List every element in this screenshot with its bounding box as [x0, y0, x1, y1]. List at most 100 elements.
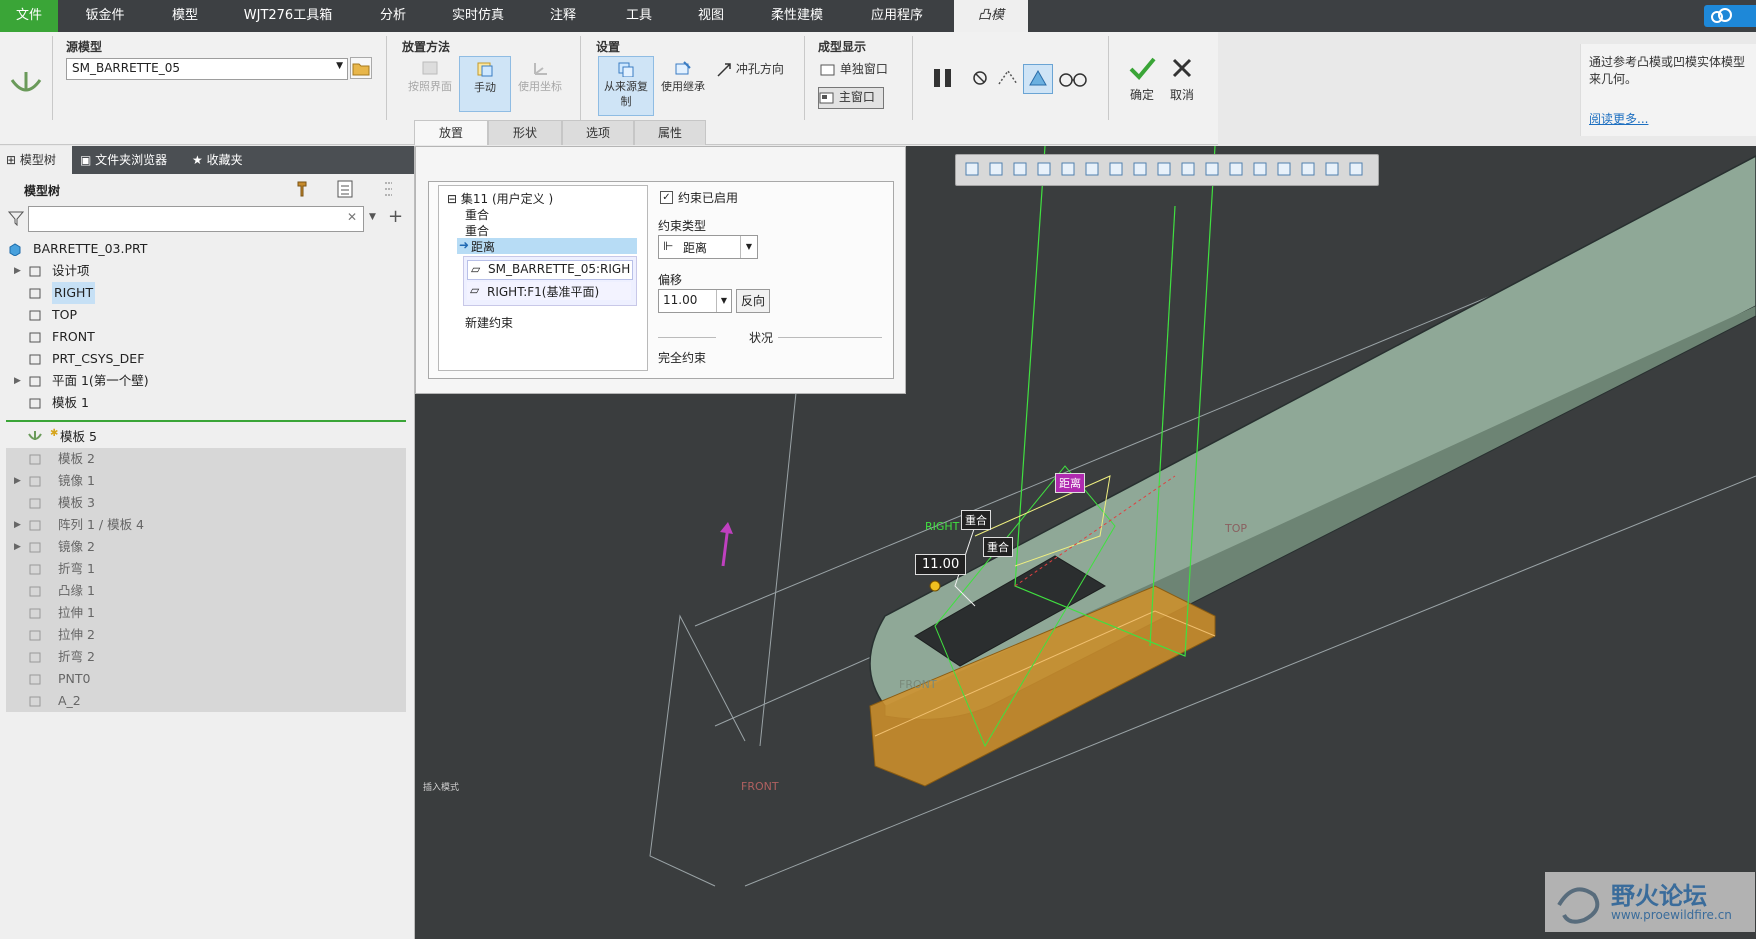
- constraint-item-3-label: 距离: [471, 240, 496, 254]
- datum-display-icon[interactable]: [1180, 161, 1196, 177]
- expand-arrow-icon[interactable]: ▶: [14, 536, 24, 558]
- by-interface-button[interactable]: 按照界面: [404, 56, 456, 102]
- left-panel: ⊞ 模型树 ▣ 文件夹浏览器 ★ 收藏夹 模型树 ✕ ▼ + BARRETTE_…: [0, 146, 415, 939]
- copy-from-source-button[interactable]: 从来源复制: [598, 56, 654, 116]
- tab-favorites[interactable]: ★ 收藏夹: [192, 146, 262, 174]
- repaint-icon[interactable]: [1036, 161, 1052, 177]
- reference-1[interactable]: ▱ SM_BARRETTE_05:RIGH: [467, 260, 633, 280]
- tab-model-tree[interactable]: ⊞ 模型树: [0, 146, 72, 174]
- new-constraint-link[interactable]: 新建约束: [465, 314, 513, 331]
- menu-flexible[interactable]: 柔性建模: [758, 0, 836, 32]
- tree-columns-button[interactable]: [336, 180, 358, 198]
- spin-center-icon[interactable]: [1228, 161, 1244, 177]
- separate-preview-button[interactable]: [996, 66, 1022, 92]
- pause-button[interactable]: [930, 66, 958, 92]
- constraint-enabled-checkbox[interactable]: ✓: [660, 191, 673, 204]
- display-style-icon[interactable]: [1060, 161, 1076, 177]
- tree-settings-button[interactable]: [294, 180, 316, 198]
- tree-filter-options-button[interactable]: [382, 180, 404, 198]
- chevron-down-icon[interactable]: ▼: [740, 236, 757, 258]
- menu-file[interactable]: 文件: [0, 0, 58, 32]
- set-item[interactable]: ⊟ 集11 (用户定义 ): [447, 190, 553, 207]
- more-icon[interactable]: [1348, 161, 1364, 177]
- zoom-in-icon[interactable]: [988, 161, 1004, 177]
- reference-2[interactable]: ▱ RIGHT:F1(基准平面): [467, 282, 631, 300]
- constraint-item-1[interactable]: 重合: [465, 206, 489, 223]
- insert-marker[interactable]: [6, 420, 406, 422]
- constraint-item-2[interactable]: 重合: [465, 222, 489, 239]
- menu-analysis[interactable]: 分析: [358, 0, 428, 32]
- feature-icon: [29, 542, 41, 553]
- offset-dimension[interactable]: 11.00: [915, 554, 967, 575]
- tab-punch-active[interactable]: 凸模: [954, 0, 1028, 32]
- use-inherit-button[interactable]: 使用继承: [656, 56, 710, 102]
- add-icon[interactable]: +: [388, 206, 403, 227]
- tree-search-input[interactable]: ✕: [28, 206, 364, 232]
- expand-arrow-icon[interactable]: ▶: [14, 470, 24, 492]
- tab-folder-browser[interactable]: ▣ 文件夹浏览器: [80, 146, 184, 174]
- drag-handle[interactable]: [929, 580, 941, 592]
- appearance-icon[interactable]: [1300, 161, 1316, 177]
- punch-direction-button[interactable]: 冲孔方向: [716, 60, 794, 80]
- filter-icon: [8, 211, 24, 226]
- point-display-icon[interactable]: [1276, 161, 1292, 177]
- expand-arrow-icon[interactable]: ▶: [14, 514, 24, 536]
- perspective-icon[interactable]: [1132, 161, 1148, 177]
- manual-button[interactable]: 手动: [459, 56, 511, 112]
- menu-toolbox[interactable]: WJT276工具箱: [232, 0, 344, 32]
- expand-arrow-icon[interactable]: ▶: [14, 260, 24, 282]
- saved-views-icon[interactable]: [1084, 161, 1100, 177]
- annotation-icon[interactable]: [1204, 161, 1220, 177]
- constraint-type-select[interactable]: ⊩ 距离 ▼: [658, 235, 758, 259]
- help-pane: 通过参考凸模或凹模实体模型来几何。 阅读更多...: [1580, 44, 1756, 136]
- chevron-down-icon[interactable]: ▼: [369, 212, 376, 222]
- feature-icon: [29, 564, 41, 575]
- view-manager-icon[interactable]: [1108, 161, 1124, 177]
- cloud-button[interactable]: [1704, 5, 1756, 27]
- menu-sheetmetal[interactable]: 钣金件: [70, 0, 140, 32]
- menu-apps[interactable]: 应用程序: [858, 0, 936, 32]
- feature-icon: [29, 332, 41, 343]
- offset-input[interactable]: 11.00 ▼: [658, 289, 732, 313]
- main-window-button[interactable]: 主窗口: [818, 87, 884, 109]
- chevron-down-icon[interactable]: ▼: [716, 290, 731, 312]
- cancel-button[interactable]: 取消: [1164, 54, 1200, 110]
- tree-item-label: 折弯 2: [58, 649, 95, 664]
- tab-shape[interactable]: 形状: [488, 120, 562, 145]
- coincide-tag-2[interactable]: 重合: [983, 537, 1013, 557]
- reverse-button[interactable]: 反向: [736, 289, 770, 313]
- tab-placement[interactable]: 放置: [414, 120, 488, 145]
- settings-title: 设置: [596, 40, 621, 54]
- expand-arrow-icon[interactable]: ▶: [14, 370, 24, 392]
- constraint-list[interactable]: ⊟ 集11 (用户定义 ) 重合 重合 ➜ 距离 ▱ SM_BARRETTE_0…: [438, 185, 648, 371]
- source-model-select[interactable]: SM_BARRETTE_05 ▼: [66, 58, 348, 80]
- section-icon[interactable]: [1156, 161, 1172, 177]
- confirm-button[interactable]: 确定: [1124, 54, 1160, 110]
- read-more-link[interactable]: 阅读更多...: [1589, 110, 1648, 127]
- distance-tag[interactable]: 距离: [1055, 473, 1085, 493]
- constraint-item-3-selected[interactable]: ➜ 距离: [457, 238, 637, 254]
- menu-simulation[interactable]: 实时仿真: [440, 0, 516, 32]
- glasses-preview-button[interactable]: [1058, 66, 1088, 92]
- no-preview-button[interactable]: [970, 68, 992, 90]
- use-csys-button[interactable]: 使用坐标: [512, 56, 568, 102]
- new-feature-icon: ✱: [50, 428, 59, 439]
- coincide-tag-1[interactable]: 重合: [961, 510, 991, 530]
- menu-model[interactable]: 模型: [150, 0, 220, 32]
- clear-icon[interactable]: ✕: [347, 210, 357, 224]
- csys-display-icon[interactable]: [1252, 161, 1268, 177]
- zoom-out-icon[interactable]: [1012, 161, 1028, 177]
- tree-item-label: FRONT: [52, 329, 95, 344]
- open-folder-button[interactable]: [350, 57, 372, 79]
- menu-tools[interactable]: 工具: [604, 0, 674, 32]
- tab-options[interactable]: 选项: [562, 120, 634, 145]
- tree-item-label: 平面 1(第一个壁): [52, 373, 149, 388]
- verify-mode-button[interactable]: [1023, 64, 1053, 94]
- menu-view[interactable]: 视图: [676, 0, 746, 32]
- separate-window-button[interactable]: 单独窗口: [820, 60, 900, 78]
- tree-item-label: PRT_CSYS_DEF: [52, 351, 145, 366]
- pause-anim-icon[interactable]: [1324, 161, 1340, 177]
- refit-icon[interactable]: [964, 161, 980, 177]
- menu-annotate[interactable]: 注释: [528, 0, 598, 32]
- tab-properties[interactable]: 属性: [634, 120, 706, 145]
